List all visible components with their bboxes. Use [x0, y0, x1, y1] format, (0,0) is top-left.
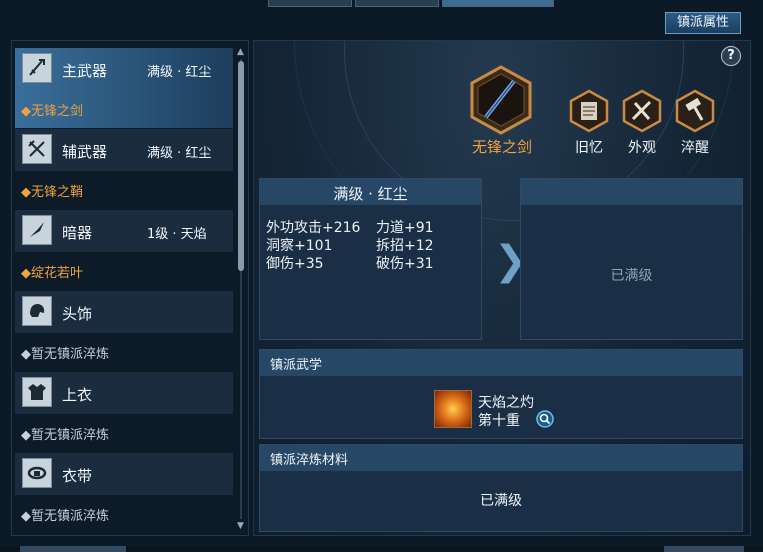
- skill-rank: 第十重: [478, 413, 520, 429]
- slot-sub-item: ◆无锋之剑: [21, 104, 83, 119]
- stat-value: 破伤+31: [376, 256, 434, 272]
- weapon-name: 无锋之剑: [471, 138, 532, 156]
- appearance-button[interactable]: 外观: [619, 89, 665, 157]
- slot-list-scrollbar[interactable]: ▲ ▼: [237, 47, 245, 531]
- scroll-down-icon[interactable]: ▼: [237, 521, 244, 531]
- slot-off-weapon[interactable]: 辅武器 满级 · 红尘 ◆无锋之鞘: [15, 129, 233, 209]
- sword-icon: [22, 53, 52, 83]
- appearance-icon: [622, 89, 662, 133]
- current-stats-box: 满级 · 红尘 外功攻击+216 力道+91 洞察+101 拆招+12 御伤+3…: [259, 178, 482, 340]
- refine-materials-section: 镇派淬炼材料 已满级: [259, 444, 743, 532]
- section-header: [260, 350, 742, 376]
- weapon-detail-panel: ? 无锋之剑 旧忆 外观 淬醒 满级 · 红尘 外功攻击+216 力道+91 洞…: [253, 40, 751, 536]
- armor-icon: [22, 377, 52, 407]
- section-title: 镇派武学: [270, 358, 323, 373]
- next-stats-maxed: 已满级: [610, 268, 653, 284]
- action-label: 旧忆: [575, 140, 603, 156]
- slot-sub-item: ◆暂无镇派淬炼: [21, 428, 109, 443]
- stat-value: 洞察+101: [266, 238, 333, 254]
- hammer-icon: [675, 89, 715, 133]
- stat-value: 御伤+35: [266, 256, 324, 272]
- stat-value: 力道+91: [376, 220, 434, 236]
- section-title: 镇派淬炼材料: [270, 453, 349, 468]
- materials-maxed: 已满级: [480, 493, 522, 509]
- slot-name: 上衣: [62, 386, 93, 404]
- scroll-thumb[interactable]: [238, 61, 244, 271]
- memory-button[interactable]: 旧忆: [566, 89, 612, 157]
- slot-sub-item: ◆暂无镇派淬炼: [21, 347, 109, 362]
- slot-sub-item: ◆无锋之鞘: [21, 185, 83, 200]
- weapon-emblem-icon: [470, 65, 532, 135]
- stat-value: 外功攻击+216: [266, 220, 361, 236]
- top-tab-3-active[interactable]: [442, 0, 554, 7]
- dart-icon: [22, 215, 52, 245]
- slot-hidden-weapon[interactable]: 暗器 1级 · 天焰 ◆绽花若叶: [15, 210, 233, 290]
- slot-level: 满级 · 红尘: [147, 146, 212, 161]
- bottom-tab[interactable]: [664, 546, 744, 552]
- slot-name: 头饰: [62, 305, 93, 323]
- awaken-button[interactable]: 淬醒: [672, 89, 718, 157]
- slot-name: 暗器: [62, 224, 93, 242]
- sect-attributes-button[interactable]: 镇派属性: [665, 12, 741, 34]
- top-tab-2[interactable]: [355, 0, 439, 7]
- bottom-tab[interactable]: [20, 546, 126, 552]
- magnifier-icon[interactable]: [536, 410, 554, 428]
- next-stats-box: 已满级: [520, 178, 743, 340]
- slot-level: 1级 · 天焰: [147, 227, 207, 242]
- help-button[interactable]: ?: [721, 46, 741, 66]
- scroll-icon: [569, 89, 609, 133]
- slot-top[interactable]: 上衣 ◆暂无镇派淬炼: [15, 372, 233, 452]
- flame-skill-icon[interactable]: [434, 390, 472, 428]
- current-stats-title: 满级 · 红尘: [333, 185, 408, 203]
- slot-headwear[interactable]: 头饰 ◆暂无镇派淬炼: [15, 291, 233, 371]
- slot-name: 主武器: [62, 62, 108, 80]
- slot-level: 满级 · 红尘: [147, 65, 212, 80]
- top-tab-1[interactable]: [268, 0, 352, 7]
- scroll-up-icon[interactable]: ▲: [237, 47, 244, 57]
- sect-martial-section: 镇派武学 天焰之灼 第十重: [259, 349, 743, 439]
- slot-sub-item: ◆暂无镇派淬炼: [21, 509, 109, 524]
- equipment-slot-list: 主武器 满级 · 红尘 ◆无锋之剑 辅武器 满级 · 红尘 ◆无锋之鞘 暗器 1…: [11, 40, 249, 536]
- action-label: 外观: [628, 140, 656, 156]
- crossed-blades-icon: [22, 134, 52, 164]
- top-tab-bar: [268, 0, 554, 7]
- action-label: 淬醒: [681, 140, 709, 156]
- next-stats-header: [521, 179, 742, 205]
- belt-icon: [22, 458, 52, 488]
- skill-name: 天焰之灼: [478, 395, 534, 411]
- slot-name: 衣带: [62, 467, 93, 485]
- slot-main-weapon[interactable]: 主武器 满级 · 红尘 ◆无锋之剑: [15, 48, 233, 128]
- slot-name: 辅武器: [62, 143, 108, 161]
- helmet-icon: [22, 296, 52, 326]
- stat-value: 拆招+12: [376, 238, 434, 254]
- slot-belt[interactable]: 衣带 ◆暂无镇派淬炼: [15, 453, 233, 533]
- slot-sub-item: ◆绽花若叶: [21, 266, 83, 281]
